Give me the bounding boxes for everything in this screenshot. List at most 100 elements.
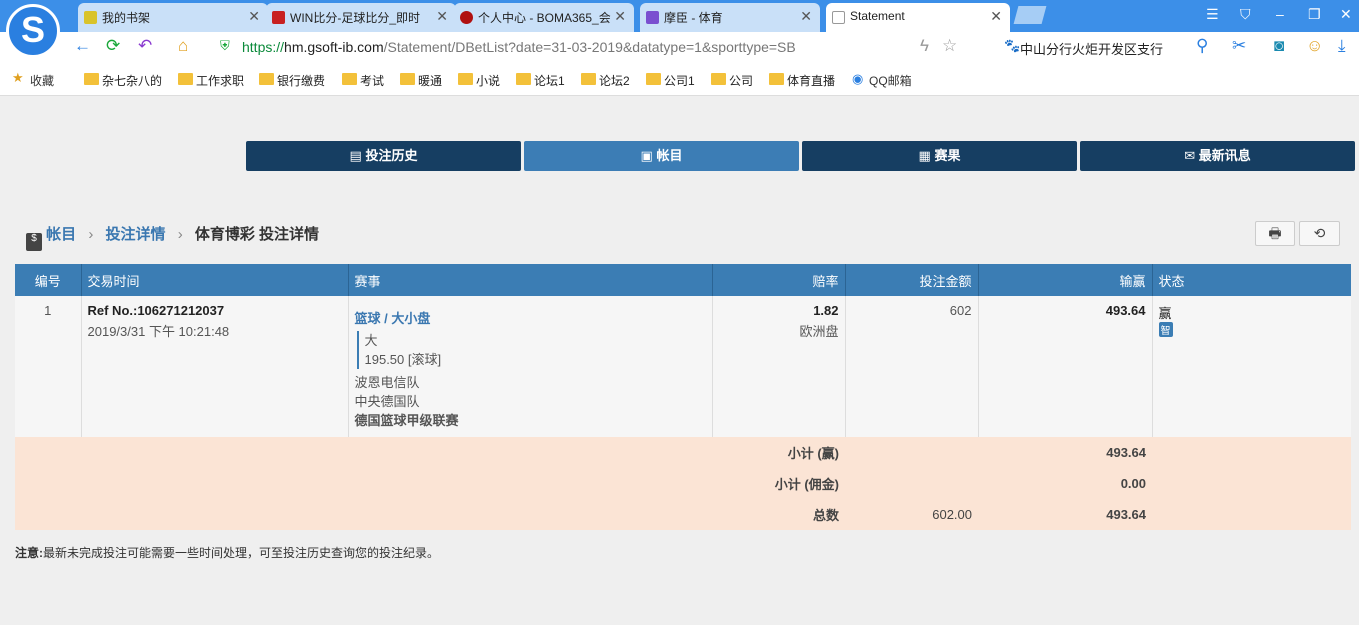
bookmark-folder[interactable]: 杂七杂八的 (84, 72, 162, 89)
bookmark-folder[interactable]: 暖通 (400, 72, 442, 89)
menu-icon[interactable]: ☰ (1206, 6, 1219, 23)
total-winloss: 493.64 (978, 499, 1152, 530)
home-icon[interactable]: ⌂ (178, 36, 188, 56)
close-icon[interactable]: ✕ (614, 8, 626, 25)
note-text: 最新未完成投注可能需要一些时间处理，可至投注历史查询您的投注纪录。 (43, 546, 440, 560)
url-input[interactable]: https://hm.gsoft-ib.com/Statement/DBetLi… (242, 39, 796, 55)
emoji-icon[interactable]: ☺ (1306, 36, 1323, 56)
close-icon[interactable]: ✕ (800, 8, 812, 25)
lightning-icon[interactable]: ϟ (920, 36, 929, 56)
bookmark-favorites[interactable]: 收藏 (30, 72, 54, 89)
tab-statement[interactable]: Statement ✕ (826, 3, 1010, 32)
subtotal-stake (845, 468, 978, 499)
nav-label: 投注历史 (365, 148, 418, 163)
print-button[interactable]: 🖶 (1255, 221, 1295, 246)
subtotal-winloss: 493.64 (978, 437, 1152, 468)
status-badge[interactable]: 智 (1158, 322, 1173, 337)
tab-favicon (460, 11, 473, 24)
bookmark-folder[interactable]: 公司1 (646, 72, 695, 89)
note: 注意:最新未完成投注可能需要一些时间处理，可至投注历史查询您的投注纪录。 (15, 544, 439, 561)
browser-logo: S (6, 4, 60, 58)
nav-results[interactable]: ▦ 赛果 (802, 141, 1077, 171)
tab-bookshelf[interactable]: 我的书架 ✕ (78, 3, 268, 32)
bookmark-folder[interactable]: 论坛1 (516, 72, 565, 89)
dollar-icon: $ (26, 233, 42, 251)
tab-mochen[interactable]: 摩臣 - 体育 ✕ (640, 3, 820, 32)
close-window-icon[interactable]: ✕ (1340, 6, 1352, 23)
search-icon[interactable]: ⚲ (1196, 36, 1208, 56)
back-icon[interactable]: ← (74, 36, 91, 56)
bookmark-folder[interactable]: 论坛2 (581, 72, 630, 89)
table-header: 编号 交易时间 赛事 赔率 投注金额 输赢 状态 (15, 264, 1351, 296)
selection: 大 195.50 [滚球] (356, 331, 706, 369)
status-text: 赢 (1158, 306, 1172, 321)
tab-title: Statement (850, 9, 905, 23)
subtotal-winloss: 0.00 (978, 468, 1152, 499)
nav-label: 赛果 (934, 148, 961, 163)
download-icon[interactable]: ⤓ (1338, 36, 1346, 56)
bookmark-folder[interactable]: 工作求职 (178, 72, 244, 89)
sport-market: 篮球 / 大小盘 (354, 311, 431, 326)
pick: 大 (364, 333, 378, 348)
breadcrumb-account[interactable]: 帐目 (46, 226, 76, 243)
row-event: 篮球 / 大小盘 大 195.50 [滚球] 波恩电信队 中央德国队 德国篮球甲级… (348, 296, 713, 437)
address-toolbar: ← ⟳ ↶ ⌂ ⛨ https://hm.gsoft-ib.com/Statem… (0, 32, 1359, 62)
skin-icon[interactable]: ⛉ (1240, 6, 1251, 23)
scissors-icon[interactable]: ✂ (1232, 36, 1246, 56)
subtotal-row: 小计 (佣金) 0.00 (15, 468, 1351, 499)
new-tab-button[interactable] (1013, 6, 1047, 24)
tab-boma[interactable]: 个人中心 - BOMA365_会 ✕ (454, 3, 634, 32)
close-icon[interactable]: ✕ (436, 8, 448, 25)
page-icon (832, 11, 845, 24)
col-no: 编号 (15, 264, 82, 296)
search-input[interactable]: 中山分行火炬开发区支行 (1020, 39, 1163, 58)
total-label: 总数 (15, 499, 845, 530)
col-stake: 投注金额 (845, 264, 979, 296)
col-status: 状态 (1152, 264, 1351, 296)
tab-title: 摩臣 - 体育 (664, 11, 723, 25)
total-row: 总数 602.00 493.64 (15, 499, 1351, 530)
undo-icon[interactable]: ↶ (138, 36, 152, 56)
baidu-icon: 🐾 (1004, 38, 1021, 53)
tab-title: 我的书架 (102, 11, 151, 25)
breadcrumb-bet-details[interactable]: 投注详情 (106, 226, 166, 243)
close-icon[interactable]: ✕ (248, 8, 260, 25)
close-icon[interactable]: ✕ (990, 8, 1002, 25)
bookmark-folder[interactable]: 体育直播 (769, 72, 835, 89)
tab-favicon (272, 11, 285, 24)
subtotal-stake (845, 437, 978, 468)
bookmark-folder[interactable]: 公司 (711, 72, 753, 89)
row-stake: 602 (845, 296, 979, 437)
nav-account[interactable]: ▣ 帐目 (524, 141, 799, 171)
nav-label: 最新讯息 (1198, 148, 1251, 163)
odds: 1.82 (813, 303, 839, 318)
secure-shield-icon: ⛨ (220, 38, 230, 53)
col-event: 赛事 (348, 264, 713, 296)
bet-table: 编号 交易时间 赛事 赔率 投注金额 输赢 状态 1 Ref No.:10627… (15, 264, 1351, 530)
subtotal-row: 小计 (赢) 493.64 (15, 437, 1351, 468)
home-team: 波恩电信队 (354, 375, 420, 390)
col-winloss: 输赢 (978, 264, 1153, 296)
away-team: 中央德国队 (354, 394, 420, 409)
maximize-icon[interactable]: ❐ (1308, 6, 1321, 23)
row-no: 1 (15, 296, 82, 437)
bookmarks-bar: ★ 收藏 杂七杂八的 工作求职 银行缴费 考试 暖通 小说 论坛1 论坛2 公司… (0, 62, 1359, 96)
qq-mail-icon: ◉ (852, 71, 864, 86)
minimize-icon[interactable]: – (1276, 6, 1284, 22)
bookmark-folder[interactable]: 考试 (342, 72, 384, 89)
row-status: 赢智 (1152, 296, 1351, 437)
bookmark-folder[interactable]: 小说 (458, 72, 500, 89)
extension-icon[interactable]: ◙ (1274, 36, 1284, 56)
nav-bet-history[interactable]: ▤ 投注历史 (246, 141, 521, 171)
nav-label: 帐目 (656, 148, 683, 163)
star-icon[interactable]: ☆ (942, 36, 957, 56)
refresh-button[interactable]: ⟲ (1299, 221, 1340, 246)
refresh-icon[interactable]: ⟳ (106, 36, 120, 56)
tab-win[interactable]: WIN比分-足球比分_即时 ✕ (266, 3, 456, 32)
bookmark-qqmail[interactable]: QQ邮箱 (869, 72, 912, 89)
bookmark-folder[interactable]: 银行缴费 (259, 72, 325, 89)
star-icon: ★ (12, 70, 24, 85)
row-odds: 1.82 欧洲盘 (712, 296, 846, 437)
col-time: 交易时间 (81, 264, 349, 296)
nav-news[interactable]: ✉ 最新讯息 (1080, 141, 1355, 171)
